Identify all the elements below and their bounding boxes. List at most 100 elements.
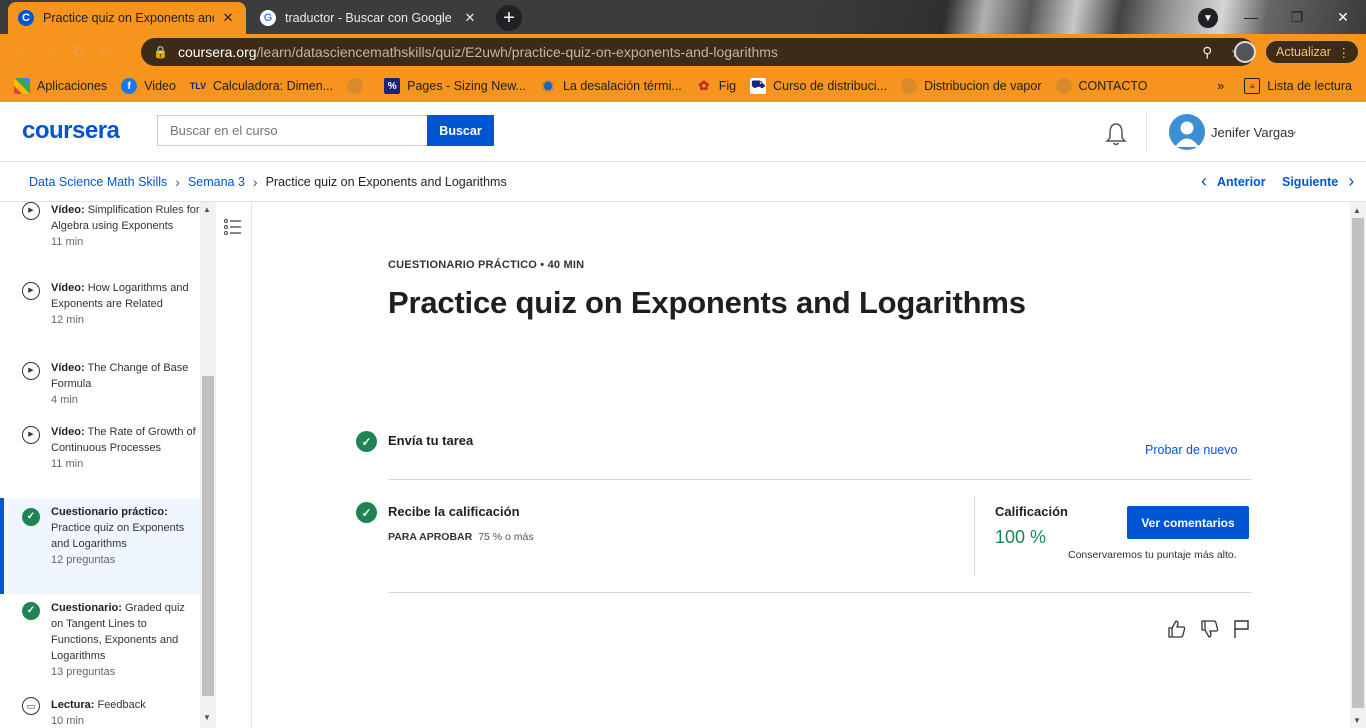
breadcrumb-course[interactable]: Data Science Math Skills [29,175,167,189]
update-button[interactable]: Actualizar ⋮ [1265,40,1359,64]
divider [388,479,1252,480]
address-bar: ← → ↻ ⌂ 🔒 coursera.org/learn/datascience… [0,34,1366,70]
sidebar-item-video[interactable]: ▶ Vídeo: The Rate of Growth of Continuou… [0,424,200,472]
course-outline-sidebar: ▶ Vídeo: Simplification Rules for Algebr… [0,202,200,728]
vertical-divider [974,496,975,576]
list-toggle-icon[interactable] [223,218,243,236]
bookmark-item[interactable]: CONTACTO [1055,78,1147,94]
coursera-logo[interactable]: coursera [22,117,120,145]
pages-icon: % [384,78,401,94]
browser-tab-active[interactable]: C Practice quiz on Exponents and L ✕ [8,2,246,34]
check-circle-icon: ✓ [356,502,377,523]
play-icon: ▶ [22,282,40,300]
reading-list-button[interactable]: ≡ Lista de lectura [1244,78,1352,94]
bell-icon[interactable] [1105,122,1127,146]
globe-icon [1055,78,1072,94]
bookmark-item[interactable]: % Pages - Sizing New... [384,78,526,94]
fig-icon: ✿ [698,78,710,93]
home-icon[interactable]: ⌂ [92,43,120,61]
chevron-right-icon: › [252,173,258,190]
tab-title: traductor - Buscar con Google [285,11,452,25]
google-favicon-icon: G [260,10,276,26]
grade-label: Calificación [995,504,1068,519]
check-circle-icon: ✓ [356,431,377,452]
thumbs-up-icon[interactable] [1167,619,1187,639]
scroll-up-icon[interactable]: ▲ [1353,206,1361,215]
close-window-icon[interactable]: ✕ [1320,9,1366,26]
url-path: /learn/datasciencemathskills/quiz/E2uwh/… [256,44,778,60]
thumbs-down-icon[interactable] [1200,619,1220,639]
profile-avatar[interactable] [1234,41,1256,63]
next-button[interactable]: Siguiente › [1282,171,1354,192]
retry-link[interactable]: Probar de nuevo [1145,443,1237,457]
header-divider [1146,112,1147,152]
sidebar-item-video[interactable]: ▶ Vídeo: The Change of Base Formula 4 mi… [0,360,200,408]
sidebar-toggle-column [217,202,252,728]
bookmark-item[interactable]: ✿ Fig [696,78,736,94]
window-controls: — ❐ ✕ [1228,0,1366,34]
pass-value: 75 % o más [478,531,534,543]
scroll-down-icon[interactable]: ▼ [1353,716,1361,725]
globe-icon [901,78,918,94]
back-icon[interactable]: ← [8,43,36,61]
view-feedback-button[interactable]: Ver comentarios [1127,506,1249,539]
check-icon: ✓ [22,602,40,620]
forward-icon[interactable]: → [36,43,64,61]
tab-title: Practice quiz on Exponents and L [43,11,214,25]
check-icon: ✓ [22,508,40,526]
sidebar-item-video[interactable]: ▶ Vídeo: How Logarithms and Exponents ar… [0,280,200,328]
flag-icon[interactable] [1232,619,1252,639]
search-button[interactable]: Buscar [427,115,494,146]
sidebar-item-video[interactable]: ▶ Vídeo: Simplification Rules for Algebr… [0,202,200,250]
divider [388,592,1252,593]
zoom-icon[interactable]: ⚲ [1202,44,1212,61]
tlv-icon: TLV [189,81,207,91]
main-scrollbar-thumb[interactable] [1352,218,1364,708]
breadcrumb-week[interactable]: Semana 3 [188,175,245,189]
chevron-down-icon[interactable]: ▼ [1198,8,1218,28]
play-icon: ▶ [22,426,40,444]
chevron-down-icon[interactable]: ⌄ [1289,124,1298,137]
scroll-down-icon[interactable]: ▼ [203,713,211,722]
breadcrumb-current: Practice quiz on Exponents and Logarithm… [265,174,507,189]
bookmark-item[interactable]: ✹ La desalación térmi... [540,78,682,94]
close-tab-icon[interactable]: ✕ [220,10,236,26]
facebook-icon: f [121,78,138,94]
grade-value: 100 % [995,527,1047,547]
restore-icon[interactable]: ❐ [1274,9,1320,26]
bookmark-item[interactable]: ⛟ Curso de distribuci... [750,78,887,94]
pass-requirement: PARA APROBAR 75 % o más [388,531,534,543]
user-name[interactable]: Jenifer Vargas [1211,125,1294,140]
chevron-right-icon: › [175,173,180,190]
page-title: Practice quiz on Exponents and Logarithm… [388,285,1026,320]
update-label: Actualizar [1276,45,1331,59]
sidebar-item-reading[interactable]: ▭ Lectura: Feedback 10 min [0,697,200,728]
bookmarks-overflow[interactable]: » [1217,79,1244,93]
truck-icon: ⛟ [750,78,767,94]
search-input[interactable] [157,115,428,146]
avatar[interactable] [1169,114,1205,150]
reload-icon[interactable]: ↻ [64,42,92,62]
bookmark-item[interactable]: Distribucion de vapor [901,78,1042,94]
bookmark-apps[interactable]: Aplicaciones [14,78,107,94]
sidebar-item-graded-quiz[interactable]: ✓ Cuestionario: Graded quiz on Tangent L… [0,600,200,680]
bookmark-item[interactable]: TLV Calculadora: Dimen... [190,78,333,94]
sidebar-item-practice-quiz[interactable]: ✓ Cuestionario práctico: Practice quiz o… [0,498,200,594]
url-field[interactable]: 🔒 coursera.org/learn/datasciencemathskil… [141,38,1255,66]
previous-button[interactable]: ‹ Anterior [1201,171,1266,192]
minimize-icon[interactable]: — [1228,9,1274,25]
item-kicker: CUESTIONARIO PRÁCTICO • 40 MIN [388,259,585,271]
scroll-up-icon[interactable]: ▲ [203,205,211,214]
user-icon [1175,121,1199,147]
browser-tab[interactable]: G traductor - Buscar con Google ✕ [250,2,488,34]
pass-label: PARA APROBAR [388,531,473,543]
chevron-left-icon: ‹ [1201,171,1207,191]
new-tab-button[interactable]: + [496,5,522,31]
book-icon: ▭ [22,697,40,715]
apps-grid-icon [14,78,30,94]
close-tab-icon[interactable]: ✕ [462,10,478,26]
bookmark-item[interactable] [347,78,370,94]
sidebar-scrollbar-thumb[interactable] [202,376,214,696]
bookmark-item[interactable]: f Video [121,78,176,94]
gear-icon: ✹ [542,77,554,94]
